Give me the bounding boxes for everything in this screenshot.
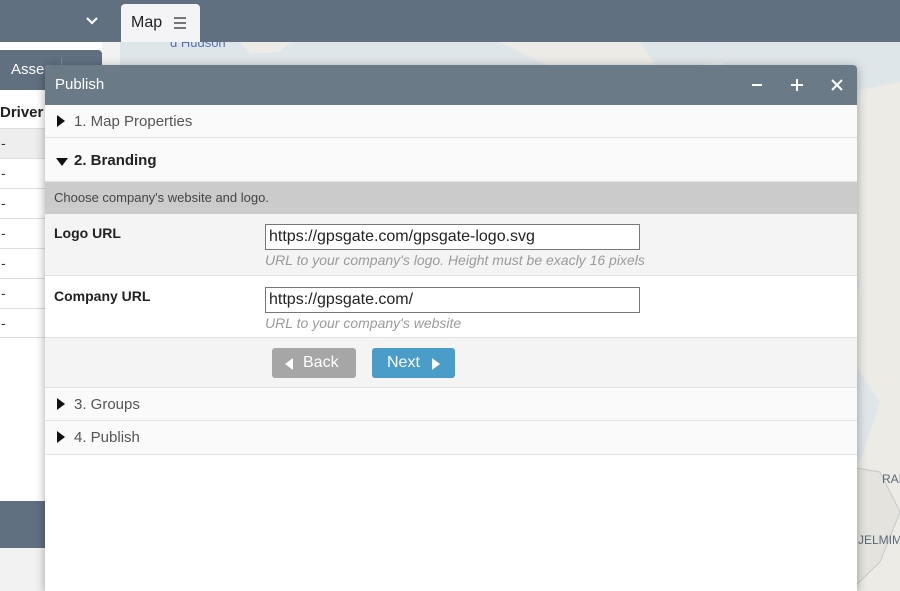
company-url-input[interactable] xyxy=(265,287,640,313)
publish-dialog: Publish 1. Map Properties 2. Branding Ch… xyxy=(45,65,857,591)
back-button[interactable]: Back xyxy=(272,348,356,378)
branding-actions: Back Next xyxy=(45,338,857,388)
caret-right-icon xyxy=(56,114,66,127)
map-label-jelmim: JELMIM- xyxy=(858,533,900,547)
logo-url-row: Logo URL URL to your company's logo. Hei… xyxy=(45,214,857,276)
caret-down-icon xyxy=(56,154,68,166)
close-icon[interactable] xyxy=(827,75,847,95)
tab-map-label: Map xyxy=(131,14,163,31)
caret-left-icon xyxy=(284,357,294,375)
minimize-icon[interactable] xyxy=(747,75,767,95)
back-button-label: Back xyxy=(303,354,339,371)
hamburger-menu-icon[interactable] xyxy=(173,16,187,30)
next-button-label: Next xyxy=(387,354,420,371)
section-label: 2. Branding xyxy=(74,152,157,169)
company-url-row: Company URL URL to your company's websit… xyxy=(45,276,857,338)
driver-column-header[interactable]: Driver xyxy=(0,104,43,121)
company-url-hint: URL to your company's website xyxy=(265,315,462,331)
map-label-hudson: d Hudson xyxy=(170,42,226,50)
caret-right-icon xyxy=(431,357,441,375)
section-label: 1. Map Properties xyxy=(74,113,193,130)
caret-right-icon xyxy=(56,430,66,443)
section-publish[interactable]: 4. Publish xyxy=(45,421,857,455)
logo-url-label: Logo URL xyxy=(54,225,121,241)
top-bar: Map xyxy=(0,0,900,42)
section-groups[interactable]: 3. Groups xyxy=(45,388,857,421)
maximize-icon[interactable] xyxy=(787,75,807,95)
tab-map[interactable]: Map xyxy=(121,4,200,42)
section-label: 3. Groups xyxy=(74,396,140,413)
next-button[interactable]: Next xyxy=(372,348,455,378)
chevron-down-icon[interactable] xyxy=(85,14,99,28)
section-branding[interactable]: 2. Branding xyxy=(45,138,857,182)
branding-description-bar: Choose company's website and logo. xyxy=(45,182,857,214)
dialog-header[interactable]: Publish xyxy=(45,65,857,105)
section-label: 4. Publish xyxy=(74,429,140,446)
company-url-label: Company URL xyxy=(54,288,151,304)
logo-url-hint: URL to your company's logo. Height must … xyxy=(265,252,645,268)
dialog-title: Publish xyxy=(55,76,105,93)
tab-assets-label: Asse xyxy=(11,61,45,78)
map-label-rai: RAI xyxy=(882,472,900,486)
branding-description: Choose company's website and logo. xyxy=(54,190,269,205)
section-map-properties[interactable]: 1. Map Properties xyxy=(45,105,857,138)
caret-right-icon xyxy=(56,397,66,410)
logo-url-input[interactable] xyxy=(265,224,640,250)
